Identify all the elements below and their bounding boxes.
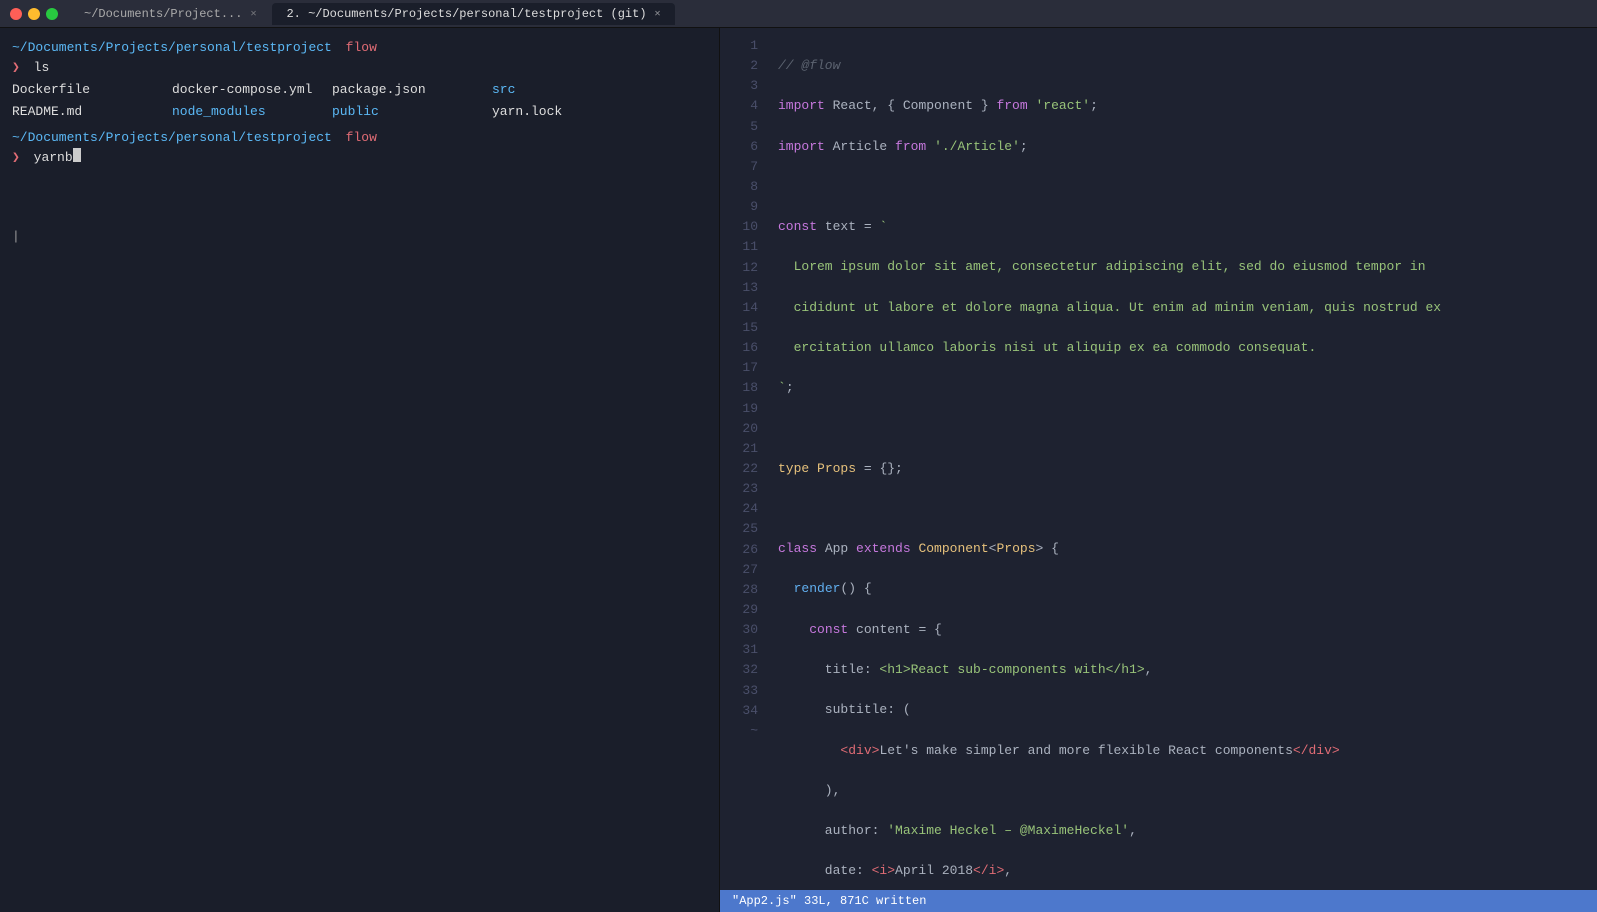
code-line-6c: ercitation ullamco laboris nisi ut aliqu… [778, 338, 1597, 358]
tab-2-label: 2. ~/Documents/Projects/personal/testpro… [286, 7, 646, 21]
tag-2: flow [338, 128, 377, 148]
command-line-1: ❯ ls [12, 58, 707, 78]
code-line-7: `; [778, 378, 1597, 398]
status-bar: "App2.js" 33L, 871C written [720, 890, 1597, 912]
code-line-5: const text = ` [778, 217, 1597, 237]
code-line-6b: cididunt ut labore et dolore magna aliqu… [778, 298, 1597, 318]
cursor [73, 148, 81, 162]
title-bar: ~/Documents/Project... ✕ 2. ~/Documents/… [0, 0, 1597, 28]
arrow-2: ❯ [12, 148, 28, 168]
file-src: src [492, 79, 652, 101]
editor-pane[interactable]: 12345 678910 1112131415 1617181920 21222… [720, 28, 1597, 912]
cursor-symbol: | [12, 229, 20, 244]
maximize-button[interactable] [46, 8, 58, 20]
minimize-button[interactable] [28, 8, 40, 20]
file-public: public [332, 101, 492, 123]
code-line-13: const content = { [778, 620, 1597, 640]
code-line-18: author: 'Maxime Heckel – @MaximeHeckel', [778, 821, 1597, 841]
code-line-12: render() { [778, 579, 1597, 599]
tab-1[interactable]: ~/Documents/Project... ✕ [70, 3, 270, 25]
code-line-1: // @flow [778, 56, 1597, 76]
file-docker-compose: docker-compose.yml [172, 79, 332, 101]
command-line-2: ❯ yarnb [12, 148, 707, 168]
file-nodemodules: node_modules [172, 101, 332, 123]
tab-2-close[interactable]: ✕ [655, 8, 661, 20]
cmd-1: ls [34, 58, 50, 78]
code-line-15: subtitle: ( [778, 700, 1597, 720]
prompt-line-2: ~/Documents/Projects/personal/testprojec… [12, 128, 707, 148]
prompt-line-1: ~/Documents/Projects/personal/testprojec… [12, 38, 707, 58]
terminal-pane[interactable]: ~/Documents/Projects/personal/testprojec… [0, 28, 720, 912]
editor-content: 12345 678910 1112131415 1617181920 21222… [720, 28, 1597, 890]
code-line-2: import React, { Component } from 'react'… [778, 96, 1597, 116]
cmd-2: yarnb [34, 148, 73, 168]
code-area: // @flow import React, { Component } fro… [770, 28, 1597, 890]
line-numbers: 12345 678910 1112131415 1617181920 21222… [720, 28, 770, 890]
cursor-area: | [12, 227, 707, 247]
close-button[interactable] [10, 8, 22, 20]
traffic-lights [10, 8, 58, 20]
code-line-3: import Article from './Article'; [778, 137, 1597, 157]
code-line-14: title: <h1>React sub-components with</h1… [778, 660, 1597, 680]
code-line-8 [778, 419, 1597, 439]
tag-1: flow [338, 38, 377, 58]
code-line-4 [778, 177, 1597, 197]
file-package: package.json [332, 79, 492, 101]
file-list: Dockerfile docker-compose.yml package.js… [12, 79, 707, 122]
status-text: "App2.js" 33L, 871C written [732, 894, 926, 908]
file-yarnlock: yarn.lock [492, 101, 652, 123]
file-dockerfile: Dockerfile [12, 79, 172, 101]
code-line-16: <div>Let's make simpler and more flexibl… [778, 741, 1597, 761]
tab-1-label: ~/Documents/Project... [84, 7, 242, 21]
code-line-10 [778, 499, 1597, 519]
code-line-9: type Props = {}; [778, 459, 1597, 479]
terminal-section-2: ~/Documents/Projects/personal/testprojec… [12, 128, 707, 167]
code-line-17: ), [778, 781, 1597, 801]
file-readme: README.md [12, 101, 172, 123]
main-content: ~/Documents/Projects/personal/testprojec… [0, 28, 1597, 912]
code-line-6: Lorem ipsum dolor sit amet, consectetur … [778, 257, 1597, 277]
tabs-area: ~/Documents/Project... ✕ 2. ~/Documents/… [70, 3, 1587, 25]
arrow-1: ❯ [12, 58, 28, 78]
tab-1-close[interactable]: ✕ [250, 8, 256, 20]
terminal-section-1: ~/Documents/Projects/personal/testprojec… [12, 38, 707, 122]
code-line-19: date: <i>April 2018</i>, [778, 861, 1597, 881]
path-1: ~/Documents/Projects/personal/testprojec… [12, 38, 332, 58]
path-2: ~/Documents/Projects/personal/testprojec… [12, 128, 332, 148]
code-line-11: class App extends Component<Props> { [778, 539, 1597, 559]
tab-2[interactable]: 2. ~/Documents/Projects/personal/testpro… [272, 3, 674, 25]
